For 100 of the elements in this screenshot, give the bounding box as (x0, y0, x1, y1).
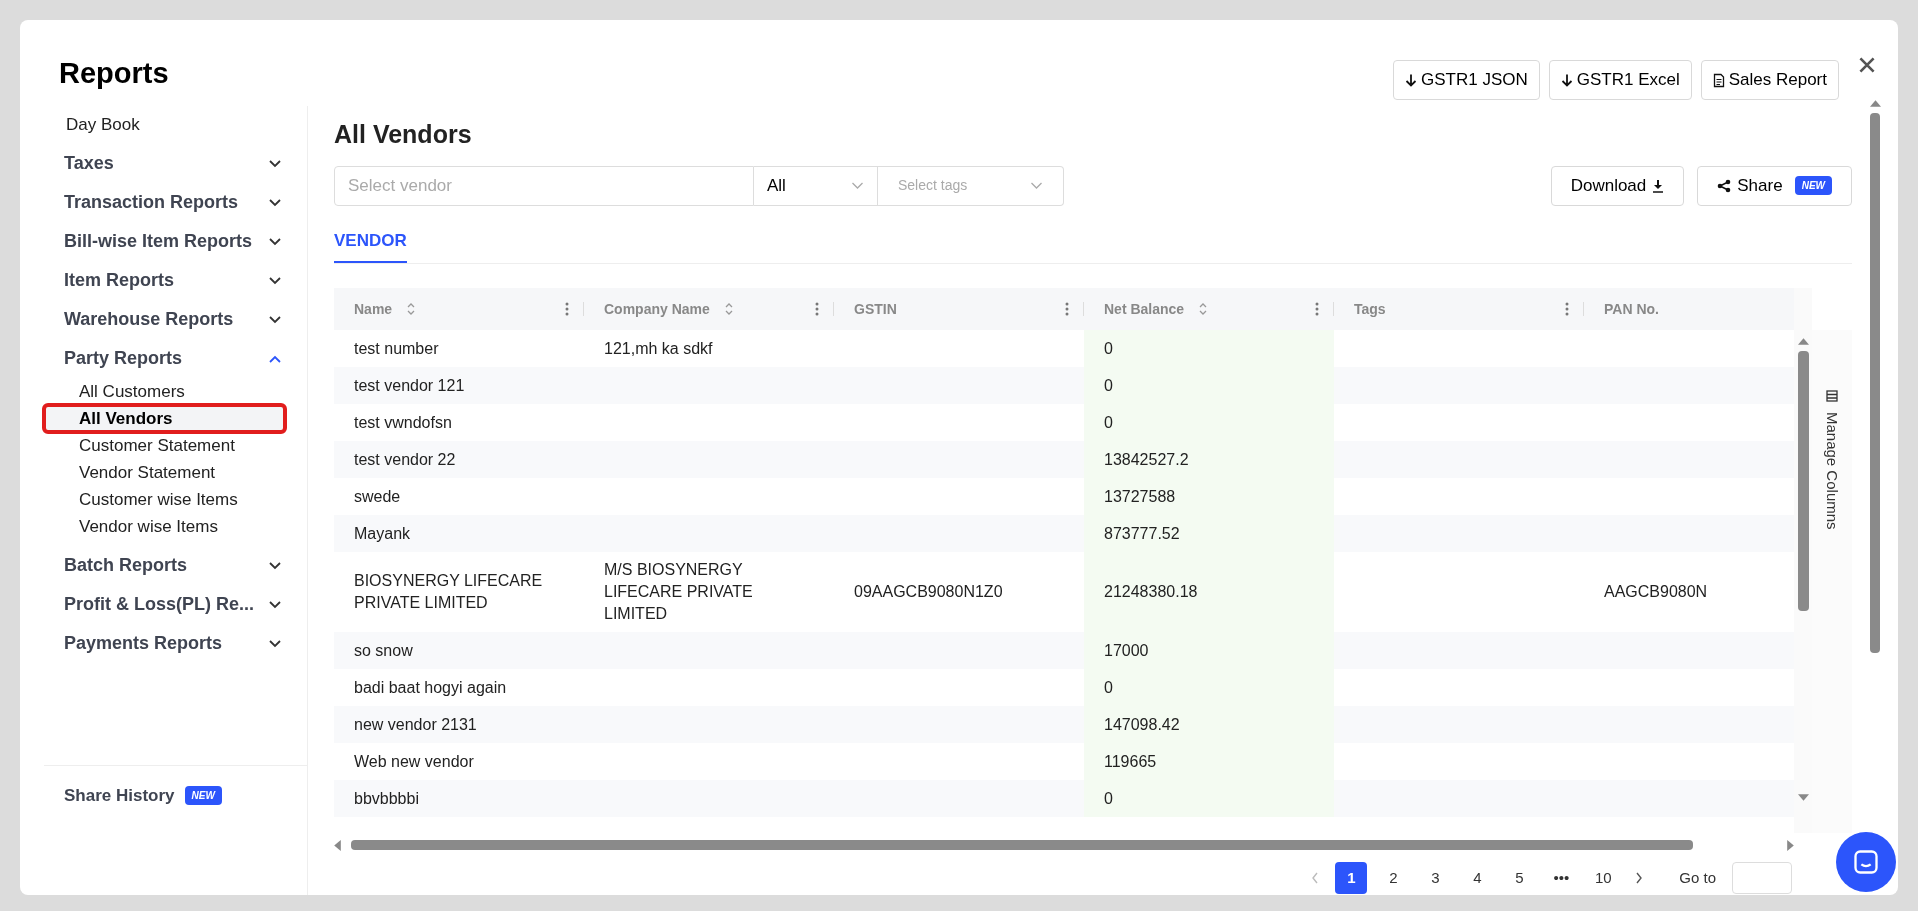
table-cell-text: 17000 (1104, 640, 1149, 661)
sidebar-group[interactable]: Transaction Reports (44, 183, 295, 222)
chevron-down-icon (269, 600, 281, 609)
sidebar-group[interactable]: Profit & Loss(PL) Re... (44, 585, 295, 624)
chevron-down-icon (269, 639, 281, 648)
more-icon (1065, 302, 1069, 316)
table-cell-text: 0 (1104, 375, 1113, 396)
sidebar-group[interactable]: Warehouse Reports (44, 300, 295, 339)
sidebar-item[interactable]: Day Book (44, 106, 295, 144)
chevron-down-icon (851, 181, 864, 190)
new-badge: NEW (1794, 176, 1832, 195)
page-button[interactable]: 1 (1335, 862, 1368, 894)
scroll-right-icon[interactable] (1787, 839, 1794, 851)
page-button[interactable]: ••• (1545, 862, 1578, 894)
manage-columns-panel[interactable]: Manage Columns (1812, 330, 1852, 833)
previous-page-icon[interactable] (1311, 872, 1320, 884)
next-page-icon[interactable] (1635, 872, 1644, 884)
modal-title: Reports (59, 56, 169, 91)
vertical-scrollbar-thumb[interactable] (1797, 351, 1809, 611)
scroll-up-icon[interactable] (1869, 100, 1881, 107)
page-button[interactable]: 10 (1587, 862, 1620, 894)
tab[interactable]: VENDOR (334, 227, 407, 263)
sidebar-group[interactable]: Taxes (44, 144, 295, 183)
sidebar-group[interactable]: Bill-wise Item Reports (44, 222, 295, 261)
new-badge: NEW (184, 785, 222, 805)
download-icon (1652, 178, 1665, 193)
horizontal-scrollbar-thumb[interactable] (351, 840, 1693, 850)
action-button[interactable]: Share NEW (1697, 165, 1852, 206)
table-cell-text: 0 (1104, 677, 1113, 698)
chevron-down-icon (269, 237, 281, 246)
chevron-down-icon (1030, 181, 1043, 190)
scroll-left-icon[interactable] (334, 839, 341, 851)
page-button[interactable]: 5 (1503, 862, 1536, 894)
table-cell-text: swede (354, 486, 401, 507)
table-row[interactable]: new vendor 2131 147098.42 (334, 706, 1794, 743)
table-cell-text: 0 (1104, 338, 1113, 359)
table-cell-text: Web new vendor (354, 751, 474, 772)
sidebar-group[interactable]: Batch Reports (44, 546, 295, 585)
arrow-down-icon (1405, 72, 1417, 88)
modal-scrollbar-thumb[interactable] (1870, 113, 1880, 653)
table-cell-text: 21248380.18 (1104, 582, 1198, 602)
sidebar-subitem[interactable]: Customer Statement (44, 432, 295, 459)
columns-icon (1826, 390, 1838, 402)
table-cell-text: AAGCB9080N (1604, 582, 1708, 602)
table-cell-text: test vwndofsn (354, 412, 452, 433)
table-cell-text: M/S BIOSYNERGY LIFECARE PRIVATE LIMITED (604, 560, 754, 624)
share-history-link[interactable]: Share History (64, 782, 175, 808)
column-header: Name (354, 299, 393, 319)
table-row[interactable]: test vendor 121 0 (334, 367, 1794, 404)
sidebar-group[interactable]: Party Reports (44, 339, 295, 378)
chevron-down-icon (269, 561, 281, 570)
table-cell-text: 13727588 (1104, 486, 1176, 507)
header-button[interactable]: Sales Report (1700, 60, 1839, 100)
table-cell-text: Mayank (354, 523, 411, 544)
table-cell-text: 121,mh ka sdkf (604, 338, 713, 359)
sidebar-group[interactable]: Item Reports (44, 261, 295, 300)
table-row[interactable]: so snow 17000 (334, 632, 1794, 669)
type-select[interactable]: All (754, 165, 878, 206)
page-input[interactable] (1732, 862, 1792, 894)
page-button[interactable]: 2 (1377, 862, 1410, 894)
sidebar-subitem[interactable]: All Customers (44, 378, 295, 405)
table-cell-text: 09AAGCB9080N1Z0 (854, 582, 1003, 602)
page-button[interactable]: 4 (1461, 862, 1494, 894)
page-button[interactable]: 3 (1419, 862, 1452, 894)
sidebar-subitem[interactable]: All Vendors (44, 405, 285, 432)
table-row[interactable]: bbvbbbbi 0 (334, 780, 1794, 817)
table-cell-text: test vendor 121 (354, 375, 465, 396)
scroll-down-icon[interactable] (1797, 794, 1809, 801)
sort-icon (1198, 302, 1209, 316)
sort-icon (723, 302, 734, 316)
table-row[interactable]: test vendor 22 13842527.2 (334, 441, 1794, 478)
table-cell-text: so snow (354, 640, 413, 661)
scroll-up-icon[interactable] (1797, 338, 1809, 345)
sidebar-subitem[interactable]: Vendor Statement (44, 459, 295, 486)
header-button[interactable]: GSTR1 JSON (1393, 60, 1540, 100)
action-button[interactable]: Download (1550, 165, 1685, 206)
section-title: All Vendors (334, 119, 473, 150)
column-header: PAN No. (1604, 299, 1659, 319)
go-to-label: Go to (1679, 867, 1716, 888)
sidebar-group[interactable]: Payments Reports (44, 624, 295, 663)
document-icon (1712, 72, 1725, 88)
table-cell-text: test number (354, 338, 439, 359)
column-header: GSTIN (854, 299, 897, 319)
table-cell-text: 0 (1104, 788, 1113, 809)
header-button[interactable]: GSTR1 Excel (1548, 60, 1692, 100)
sidebar-subitem[interactable]: Vendor wise Items (44, 513, 295, 540)
table-cell-text: 147098.42 (1104, 714, 1180, 735)
table-cell-text: 0 (1104, 412, 1113, 433)
column-header: Company Name (604, 299, 710, 319)
chevron-down-icon (269, 159, 281, 168)
more-icon (815, 302, 819, 316)
table-row[interactable]: Mayank 873777.52 (334, 515, 1794, 552)
table-cell-text: new vendor 2131 (354, 714, 477, 735)
table-cell-text: 13842527.2 (1104, 449, 1189, 470)
more-icon (1315, 302, 1319, 316)
sidebar-subitem[interactable]: Customer wise Items (44, 486, 295, 513)
share-icon (1717, 178, 1732, 193)
chevron-up-icon (269, 354, 281, 363)
vendor-select[interactable]: Select vendor (334, 165, 754, 206)
table-cell-text: test vendor 22 (354, 449, 456, 470)
